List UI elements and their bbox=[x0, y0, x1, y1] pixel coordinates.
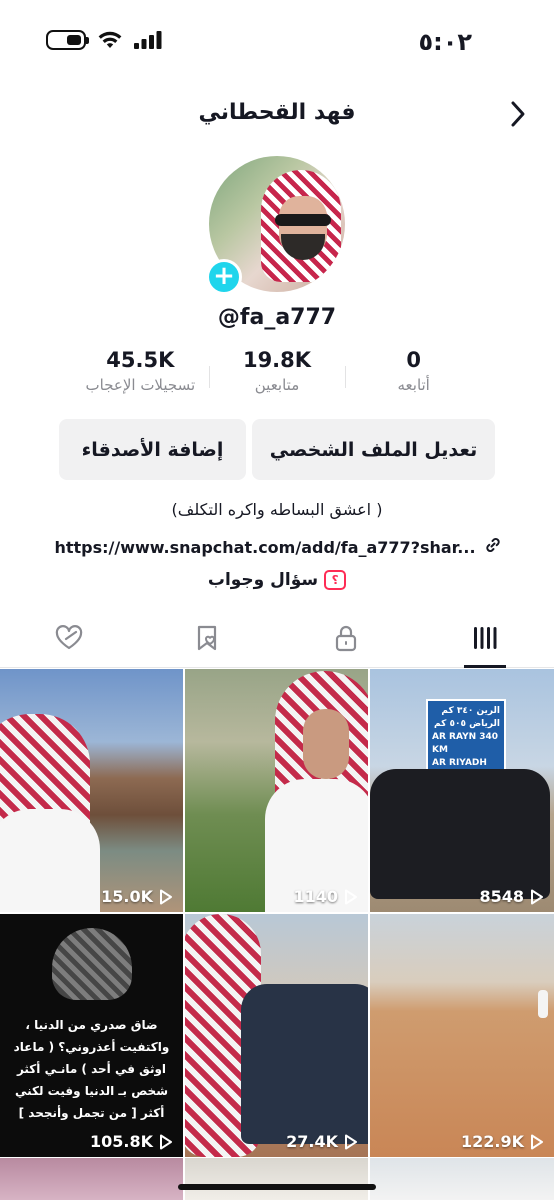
play-icon bbox=[159, 889, 173, 905]
thumb-car bbox=[370, 769, 550, 899]
back-chevron-icon[interactable] bbox=[504, 98, 532, 130]
username: @fa_a777 bbox=[217, 305, 337, 330]
view-count: 1140 bbox=[293, 887, 338, 906]
sign-text: الرياض ٥٠٥ كم bbox=[434, 719, 500, 729]
qa-button[interactable]: سؤال وجواب ؟ bbox=[0, 570, 554, 590]
video-thumbnail[interactable] bbox=[370, 1158, 554, 1200]
stat-label: تسجيلات الإعجاب bbox=[85, 376, 196, 394]
profile-header: فهد القحطاني bbox=[0, 92, 554, 136]
stat-value: 19.8K bbox=[242, 348, 312, 372]
battery-icon bbox=[46, 30, 89, 50]
wifi-icon bbox=[98, 31, 122, 49]
content-tabs bbox=[0, 612, 554, 668]
play-icon bbox=[344, 1134, 358, 1150]
video-grid: 15.0K 1140 الرين ٣٤٠ كم الرياض ٥٠٥ كم AR… bbox=[0, 669, 554, 1157]
profile-bio: (اعشق البساطه واكره التكلف ) bbox=[171, 500, 383, 519]
thumb-figure bbox=[538, 990, 548, 1018]
video-grid-partial-row bbox=[0, 1158, 554, 1200]
sign-text: AR RAYN 340 KM bbox=[432, 732, 499, 755]
avatar-sunglasses bbox=[275, 214, 331, 226]
stat-value: 0 bbox=[406, 348, 421, 372]
home-indicator[interactable] bbox=[178, 1184, 376, 1190]
video-thumbnail[interactable] bbox=[0, 1158, 183, 1200]
video-views: 27.4K bbox=[286, 1132, 358, 1151]
play-icon bbox=[530, 1134, 544, 1150]
thumb-quote: ضاق صدري من الدنيا ، واكتفيت أعذروني؟ ( … bbox=[13, 1018, 170, 1120]
lock-icon bbox=[334, 624, 358, 656]
stat-following[interactable]: 0 أتابعه bbox=[345, 348, 482, 404]
status-bar: ٥:٠٢ bbox=[0, 0, 554, 80]
play-icon bbox=[530, 889, 544, 905]
thumb-car bbox=[241, 984, 368, 1144]
stat-followers[interactable]: 19.8K متابعين bbox=[208, 348, 346, 404]
thumb-ghutra bbox=[52, 928, 132, 1000]
view-count: 122.9K bbox=[460, 1132, 524, 1151]
play-icon bbox=[159, 1134, 173, 1150]
link-chain-icon bbox=[484, 536, 502, 558]
stat-label: أتابعه bbox=[397, 376, 430, 394]
view-count: 8548 bbox=[479, 887, 524, 906]
video-views: 8548 bbox=[479, 887, 544, 906]
qa-icon: ؟ bbox=[324, 570, 347, 590]
add-story-plus-icon[interactable]: + bbox=[206, 259, 242, 295]
video-views: 15.0K bbox=[101, 887, 173, 906]
tab-videos[interactable] bbox=[416, 612, 554, 668]
tab-favorites[interactable] bbox=[139, 612, 278, 667]
video-thumbnail[interactable]: 27.4K bbox=[185, 914, 368, 1157]
view-count: 105.8K bbox=[89, 1132, 153, 1151]
video-thumbnail[interactable]: 122.9K bbox=[370, 914, 554, 1157]
tab-private[interactable] bbox=[277, 612, 416, 667]
liked-heart-icon bbox=[54, 624, 84, 655]
edit-profile-button[interactable]: تعديل الملف الشخصي bbox=[252, 419, 495, 480]
video-views: 1140 bbox=[293, 887, 358, 906]
video-views: 105.8K bbox=[90, 1132, 173, 1151]
add-friends-button[interactable]: إضافة الأصدقاء bbox=[59, 419, 246, 480]
video-thumbnail[interactable]: 15.0K bbox=[0, 669, 183, 912]
stat-likes[interactable]: 45.5K تسجيلات الإعجاب bbox=[72, 348, 209, 404]
cellular-signal-icon bbox=[134, 31, 162, 49]
qa-label: سؤال وجواب bbox=[207, 570, 319, 590]
video-views: 122.9K bbox=[461, 1132, 544, 1151]
video-thumbnail[interactable]: 1140 bbox=[185, 669, 368, 912]
video-thumbnail[interactable]: الرين ٣٤٠ كم الرياض ٥٠٥ كم AR RAYN 340 K… bbox=[370, 669, 554, 912]
tab-liked[interactable] bbox=[0, 612, 139, 667]
grid-icon bbox=[473, 626, 497, 653]
stat-label: متابعين bbox=[254, 376, 300, 394]
status-time: ٥:٠٢ bbox=[418, 28, 472, 56]
thumb-face bbox=[303, 709, 349, 779]
play-icon bbox=[344, 889, 358, 905]
thumb-thobe bbox=[0, 809, 100, 912]
profile-link[interactable]: https://www.snapchat.com/add/fa_a777?sha… bbox=[54, 535, 500, 559]
profile-link-text[interactable]: https://www.snapchat.com/add/fa_a777?sha… bbox=[54, 538, 475, 557]
sign-text: الرين ٣٤٠ كم bbox=[441, 706, 500, 716]
video-thumbnail[interactable] bbox=[185, 1158, 368, 1200]
bookmark-heart-icon bbox=[194, 624, 222, 656]
stat-value: 45.5K bbox=[106, 348, 175, 372]
status-icons bbox=[46, 30, 162, 50]
battery-level-fill bbox=[67, 35, 81, 45]
view-count: 15.0K bbox=[101, 887, 153, 906]
page-title: فهد القحطاني bbox=[198, 100, 356, 125]
profile-stats: 45.5K تسجيلات الإعجاب 19.8K متابعين 0 أت… bbox=[72, 348, 482, 404]
view-count: 27.4K bbox=[286, 1132, 338, 1151]
video-thumbnail[interactable]: ضاق صدري من الدنيا ، واكتفيت أعذروني؟ ( … bbox=[0, 914, 183, 1157]
